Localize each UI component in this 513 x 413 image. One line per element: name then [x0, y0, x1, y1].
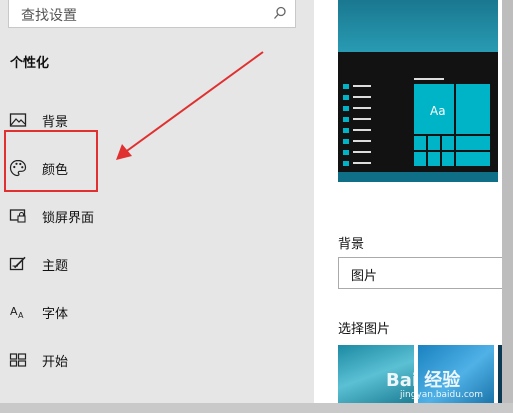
sidebar-item-label: 字体 [42, 307, 69, 322]
sidebar-item-label: 锁屏界面 [42, 211, 95, 226]
search-box[interactable]: 查找设置 [8, 0, 296, 28]
lock-screen-icon [9, 209, 26, 223]
highlight-box [4, 130, 98, 192]
search-input[interactable]: 查找设置 [21, 5, 77, 25]
sidebar-item-fonts[interactable]: A A 字体 [0, 298, 300, 326]
preview-tile-label: Aa [430, 104, 446, 118]
sidebar-item-themes[interactable]: 主题 [0, 250, 300, 278]
watermark-url: jingyan.baidu.com [400, 390, 484, 400]
sidebar-item-lock-screen[interactable]: 锁屏界面 [0, 202, 300, 230]
theme-icon [9, 256, 26, 271]
font-icon: A A [10, 305, 24, 320]
sidebar-item-start[interactable]: 开始 [0, 346, 300, 374]
start-icon [9, 353, 27, 367]
watermark-logo: Bai 经验 [386, 370, 461, 391]
settings-window: 查找设置 个性化 背景 颜色 锁屏界面 主题 A A 字体 开始 Aa 背景 图… [0, 0, 513, 413]
sidebar-item-label: 开始 [42, 355, 69, 370]
window-edge-bottom [0, 403, 513, 413]
choose-picture-heading: 选择图片 [338, 322, 391, 337]
svg-text:A: A [10, 305, 18, 318]
section-title: 个性化 [10, 56, 50, 71]
start-tiles-graphic [343, 78, 490, 166]
search-icon[interactable] [273, 6, 287, 20]
image-icon [9, 113, 27, 127]
dropdown-value: 图片 [351, 269, 378, 284]
window-edge-right [502, 0, 513, 413]
sidebar: 查找设置 个性化 背景 颜色 锁屏界面 主题 A A 字体 开始 [0, 0, 314, 413]
sidebar-item-label: 背景 [42, 115, 69, 130]
background-heading: 背景 [338, 237, 365, 252]
background-type-dropdown[interactable]: 图片 [338, 257, 508, 289]
theme-preview: Aa [338, 0, 498, 182]
svg-text:A: A [18, 311, 24, 320]
sidebar-item-label: 主题 [42, 259, 69, 274]
main-panel: Aa 背景 图片 选择图片 Bai 经验 jingyan.baidu.com [314, 0, 513, 413]
